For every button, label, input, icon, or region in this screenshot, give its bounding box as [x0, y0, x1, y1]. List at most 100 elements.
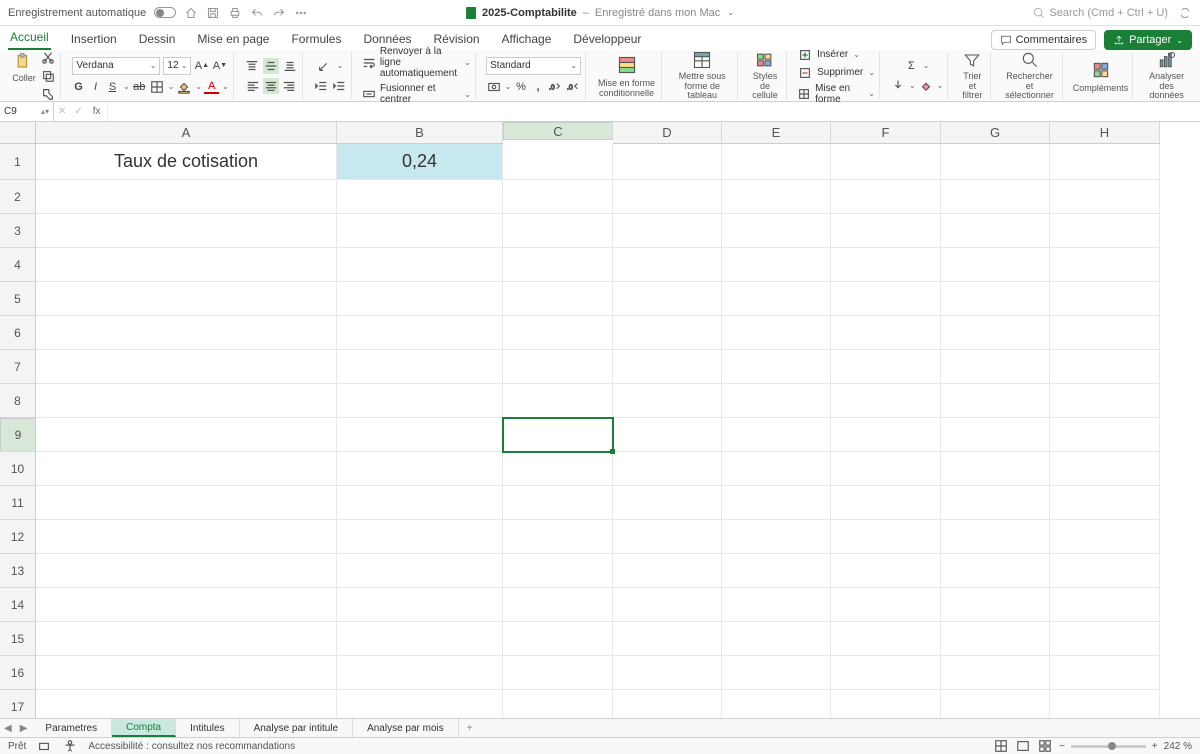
- save-icon[interactable]: [206, 6, 220, 20]
- cell-F3[interactable]: [831, 214, 941, 248]
- cell-A6[interactable]: [36, 316, 337, 350]
- view-normal-icon[interactable]: [993, 738, 1009, 754]
- cell-E7[interactable]: [722, 350, 831, 384]
- cell-E8[interactable]: [722, 384, 831, 418]
- cell-E1[interactable]: [722, 144, 831, 180]
- cell-D2[interactable]: [613, 180, 722, 214]
- accessibility-icon[interactable]: [62, 738, 78, 754]
- format-painter-icon[interactable]: [40, 86, 56, 102]
- insert-icon[interactable]: [797, 47, 813, 63]
- cell-E13[interactable]: [722, 554, 831, 588]
- cell-E12[interactable]: [722, 520, 831, 554]
- delete-icon[interactable]: [797, 65, 813, 81]
- cell-D6[interactable]: [613, 316, 722, 350]
- align-left-icon[interactable]: [245, 78, 261, 94]
- col-header-C[interactable]: C: [503, 122, 613, 140]
- col-header-G[interactable]: G: [941, 122, 1050, 144]
- align-bottom-icon[interactable]: [282, 58, 298, 74]
- cell-G7[interactable]: [941, 350, 1050, 384]
- cell-F6[interactable]: [831, 316, 941, 350]
- cell-F1[interactable]: [831, 144, 941, 180]
- cell-D14[interactable]: [613, 588, 722, 622]
- cell-F15[interactable]: [831, 622, 941, 656]
- name-box[interactable]: C9▴▾: [0, 102, 54, 121]
- cell-H15[interactable]: [1050, 622, 1160, 656]
- cell-B1[interactable]: 0,24: [337, 144, 503, 180]
- cell-A5[interactable]: [36, 282, 337, 316]
- cell-B8[interactable]: [337, 384, 503, 418]
- cell-G10[interactable]: [941, 452, 1050, 486]
- cell-F5[interactable]: [831, 282, 941, 316]
- font-select[interactable]: Verdana⌄: [72, 57, 160, 75]
- cell-E6[interactable]: [722, 316, 831, 350]
- cell-B4[interactable]: [337, 248, 503, 282]
- sheet-tab-intitules[interactable]: Intitules: [176, 719, 239, 737]
- row-header-16[interactable]: 16: [0, 656, 36, 690]
- paste-icon[interactable]: [10, 50, 38, 74]
- cell-G15[interactable]: [941, 622, 1050, 656]
- cell-B2[interactable]: [337, 180, 503, 214]
- cell-G2[interactable]: [941, 180, 1050, 214]
- select-all-corner[interactable]: [0, 122, 36, 144]
- sheet-tab-parametres[interactable]: Parametres: [31, 719, 112, 737]
- underline-button[interactable]: S: [105, 79, 120, 94]
- copy-icon[interactable]: [40, 68, 56, 84]
- cell-C12[interactable]: [503, 520, 613, 554]
- cell-G13[interactable]: [941, 554, 1050, 588]
- align-right-icon[interactable]: [281, 78, 297, 94]
- wrap-label[interactable]: Renvoyer à la ligne automatiquement: [380, 46, 459, 79]
- sheet-tab-analyse-par-mois[interactable]: Analyse par mois: [353, 719, 459, 737]
- cell-G6[interactable]: [941, 316, 1050, 350]
- cell-H2[interactable]: [1050, 180, 1160, 214]
- cell-A17[interactable]: [36, 690, 337, 718]
- cell-D7[interactable]: [613, 350, 722, 384]
- cell-H8[interactable]: [1050, 384, 1160, 418]
- decrease-indent-icon[interactable]: [313, 78, 329, 94]
- cell-A1[interactable]: Taux de cotisation: [36, 144, 337, 180]
- increase-font-icon[interactable]: A▲: [194, 58, 209, 73]
- add-sheet-button[interactable]: +: [459, 723, 481, 734]
- row-header-17[interactable]: 17: [0, 690, 36, 718]
- sync-icon[interactable]: [1178, 6, 1192, 20]
- cell-A16[interactable]: [36, 656, 337, 690]
- zoom-slider[interactable]: [1071, 745, 1146, 748]
- print-icon[interactable]: [228, 6, 242, 20]
- cell-F16[interactable]: [831, 656, 941, 690]
- cell-C2[interactable]: [503, 180, 613, 214]
- comma-icon[interactable]: ,: [530, 79, 545, 94]
- orientation-icon[interactable]: [316, 58, 332, 74]
- view-pagebreak-icon[interactable]: [1037, 738, 1053, 754]
- cell-A10[interactable]: [36, 452, 337, 486]
- cell-G16[interactable]: [941, 656, 1050, 690]
- cell-A12[interactable]: [36, 520, 337, 554]
- cell-E15[interactable]: [722, 622, 831, 656]
- row-header-13[interactable]: 13: [0, 554, 36, 588]
- decrease-decimal-icon[interactable]: .0: [565, 79, 581, 95]
- tab-mise-en-page[interactable]: Mise en page: [195, 28, 271, 50]
- cell-A3[interactable]: [36, 214, 337, 248]
- cell-F17[interactable]: [831, 690, 941, 718]
- cell-F10[interactable]: [831, 452, 941, 486]
- cell-D15[interactable]: [613, 622, 722, 656]
- cell-E10[interactable]: [722, 452, 831, 486]
- col-header-F[interactable]: F: [831, 122, 941, 144]
- fx-label[interactable]: fx: [87, 106, 107, 117]
- row-header-6[interactable]: 6: [0, 316, 36, 350]
- formula-input[interactable]: [107, 102, 1200, 121]
- cell-B17[interactable]: [337, 690, 503, 718]
- cell-C10[interactable]: [503, 452, 613, 486]
- cell-B16[interactable]: [337, 656, 503, 690]
- cell-G3[interactable]: [941, 214, 1050, 248]
- cell-B7[interactable]: [337, 350, 503, 384]
- autosum-icon[interactable]: Σ: [904, 58, 919, 73]
- cell-A7[interactable]: [36, 350, 337, 384]
- format-table-icon[interactable]: [688, 50, 716, 70]
- cell-G5[interactable]: [941, 282, 1050, 316]
- cell-A8[interactable]: [36, 384, 337, 418]
- row-header-8[interactable]: 8: [0, 384, 36, 418]
- cell-E3[interactable]: [722, 214, 831, 248]
- cell-C13[interactable]: [503, 554, 613, 588]
- cell-H5[interactable]: [1050, 282, 1160, 316]
- font-size-select[interactable]: 12⌄: [163, 57, 191, 75]
- strike-button[interactable]: ab: [132, 79, 147, 94]
